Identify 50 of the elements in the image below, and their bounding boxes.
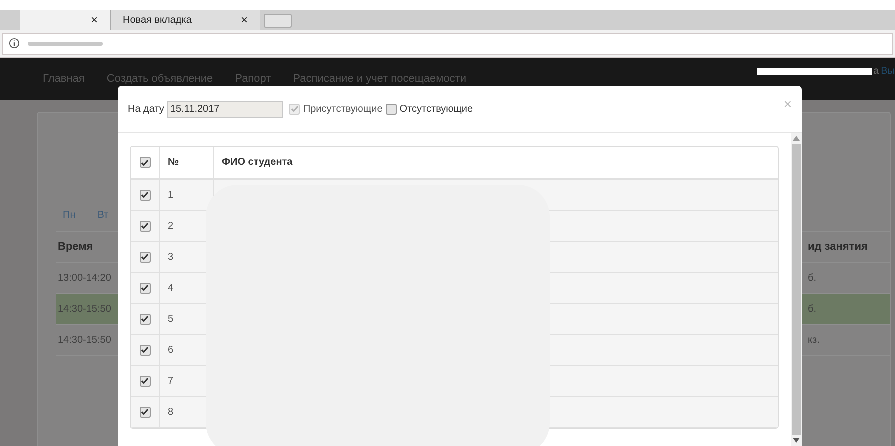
date-field[interactable]: 15.11.2017: [167, 100, 284, 118]
column-header: №: [168, 156, 180, 170]
type-cell-text: б.: [808, 302, 818, 316]
row-checkbox[interactable]: [140, 220, 150, 232]
scroll-down-icon[interactable]: [793, 438, 800, 443]
day-tab[interactable]: Вт: [98, 208, 109, 223]
nav-link[interactable]: Главная: [43, 70, 85, 88]
column-header: ид занятия: [808, 240, 869, 255]
row-checkbox[interactable]: [140, 282, 150, 294]
row-checkbox[interactable]: [140, 406, 150, 418]
browser-tab[interactable]: Новая вкладка ×: [110, 10, 260, 30]
close-button[interactable]: ×: [784, 94, 792, 115]
number-cell-text: 8: [168, 406, 174, 420]
number-cell-text: 6: [168, 344, 174, 358]
scrollbar[interactable]: [791, 133, 802, 446]
number-cell-text: 5: [168, 312, 174, 326]
username-text: а: [874, 65, 880, 79]
column-header: Время: [57, 240, 94, 255]
nav-link[interactable]: Расписание и учет посещаемости: [293, 70, 466, 88]
number-cell-text: 3: [168, 250, 174, 264]
row-checkbox[interactable]: [140, 376, 150, 386]
row-checkbox[interactable]: [140, 314, 150, 324]
time-cell-text: 14:30-15:50: [57, 334, 112, 348]
tab-close-button[interactable]: ×: [240, 11, 248, 29]
select-all-checkbox[interactable]: [140, 157, 150, 168]
number-cell-text: 1: [168, 188, 174, 202]
tab-close-button[interactable]: ×: [90, 11, 98, 29]
number-cell-text: 4: [168, 282, 174, 296]
number-cell-text: 2: [168, 220, 174, 234]
column-header: ФИО студента: [222, 156, 293, 170]
logout-link[interactable]: Вы: [881, 64, 895, 79]
filter-checkbox[interactable]: [386, 104, 397, 114]
filter-label: Отсутствующие: [400, 102, 474, 116]
row-checkbox[interactable]: [140, 344, 150, 356]
time-cell-text: 14:30-15:50: [57, 302, 112, 316]
number-cell-text: 7: [168, 374, 174, 388]
row-checkbox[interactable]: [140, 252, 150, 262]
row-checkbox[interactable]: [140, 190, 150, 200]
tab-title: Новая вкладка: [123, 14, 192, 28]
time-cell-text: 13:00-14:20: [57, 272, 112, 286]
date-label: На дату: [128, 102, 164, 116]
browser-tab[interactable]: ×: [20, 10, 110, 30]
filter-label: Присутствующие: [303, 102, 383, 116]
type-cell-text: кз.: [808, 334, 821, 348]
day-tab[interactable]: Пн: [63, 208, 76, 223]
nav-link[interactable]: Создать объявление: [106, 70, 214, 88]
type-cell-text: б.: [808, 272, 818, 286]
nav-link[interactable]: Рапорт: [235, 70, 272, 88]
info-icon: [9, 38, 20, 49]
scrollbar-thumb[interactable]: [792, 144, 801, 435]
